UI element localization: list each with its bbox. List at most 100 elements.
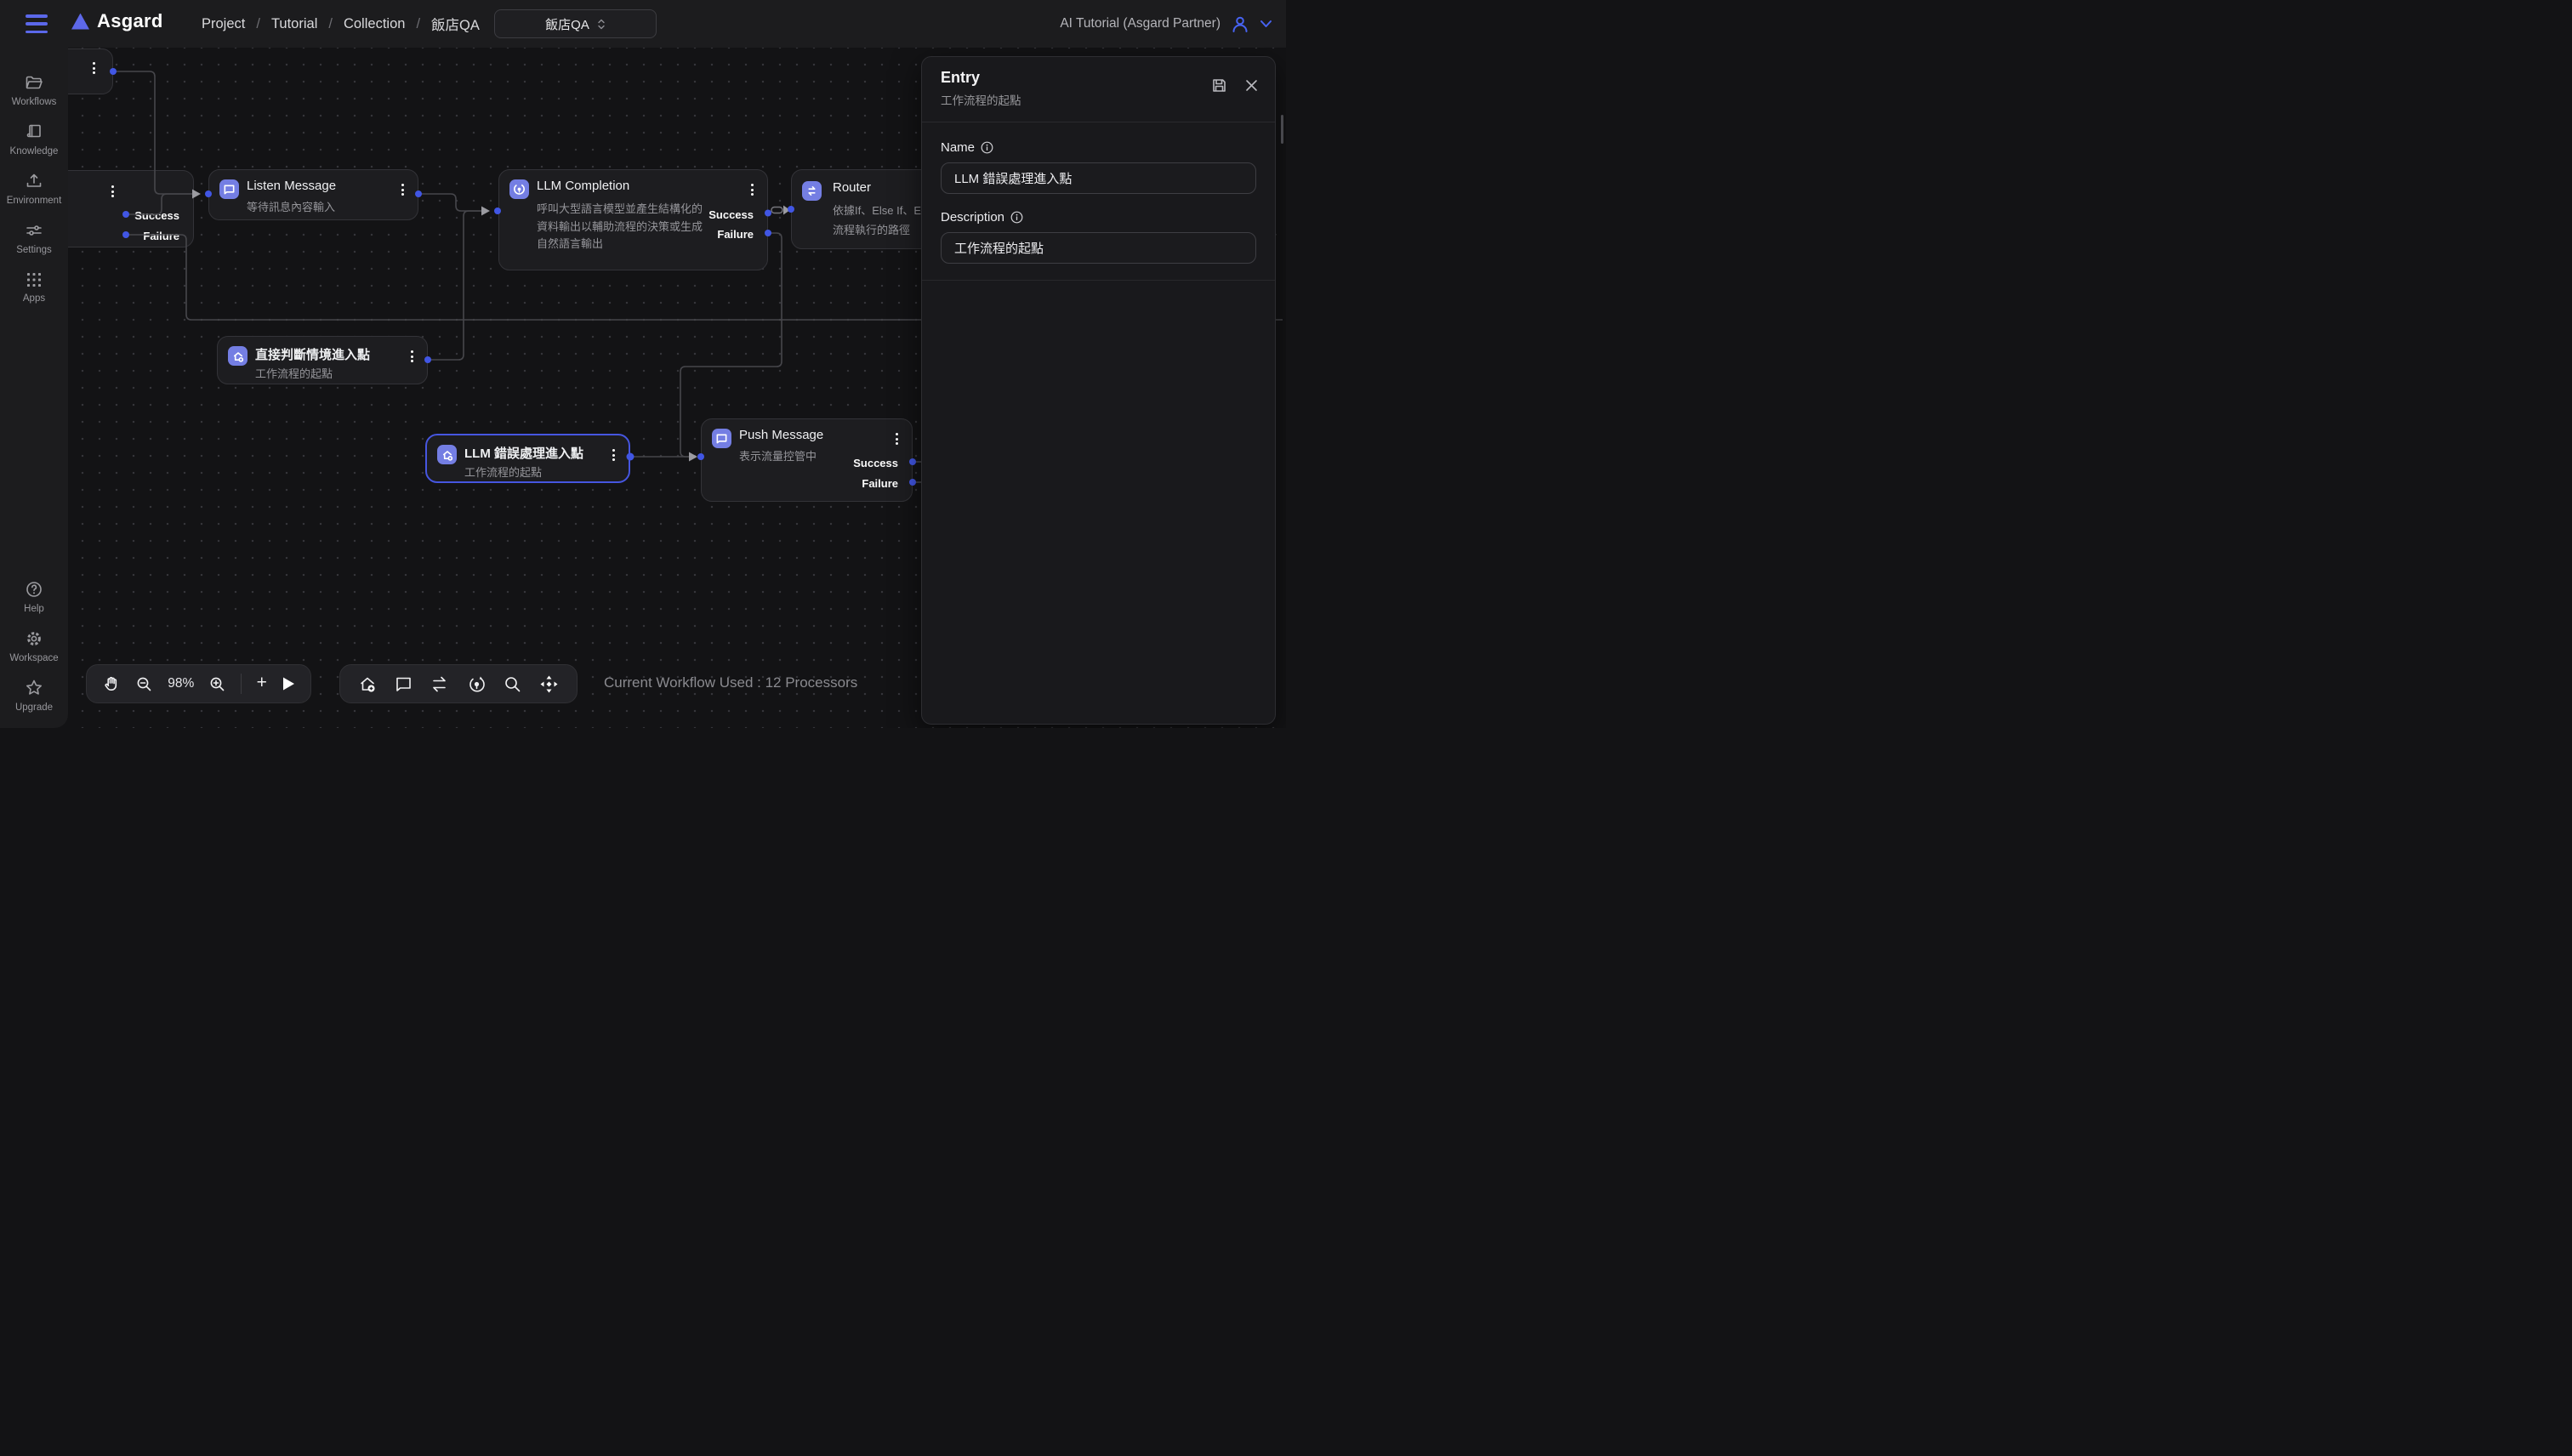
node-push-message[interactable]: Push Message 表示流量控管中 Success Failure: [701, 418, 913, 502]
zoom-out-button[interactable]: [135, 675, 153, 693]
sidebar-item-settings[interactable]: Settings: [0, 213, 68, 262]
node-description-line2: 流程執行的路徑: [833, 221, 910, 237]
name-field-label: Name: [941, 140, 1256, 155]
node-entry-direct[interactable]: 直接判斷情境進入點 工作流程的起點: [217, 336, 428, 384]
node-listen-message[interactable]: Listen Message 等待訊息內容輸入: [208, 169, 418, 220]
node-menu-kebab-icon[interactable]: [749, 182, 755, 197]
breadcrumb-separator: /: [416, 16, 420, 32]
info-icon[interactable]: [981, 141, 993, 154]
node-menu-kebab-icon[interactable]: [110, 184, 116, 199]
name-input[interactable]: LLM 錯誤處理進入點: [941, 162, 1256, 194]
node-title: Push Message: [739, 428, 823, 442]
node-entry-llm-error-selected[interactable]: LLM 錯誤處理進入點 工作流程的起點: [425, 434, 630, 483]
description-field-label: Description: [941, 210, 1256, 225]
sidebar-top-group: Workflows Knowledge Environment: [0, 65, 68, 311]
breadcrumb-separator: /: [256, 16, 260, 32]
canvas-zoom-toolbar: 98% +: [86, 664, 311, 703]
sidebar-item-apps[interactable]: Apps: [0, 262, 68, 311]
output-label-success: Success: [134, 209, 179, 222]
folder-icon: [24, 72, 44, 93]
panel-section-divider: [922, 280, 1275, 281]
sidebar-item-workspace[interactable]: Workspace: [0, 621, 68, 670]
node-description: 呼叫大型語言模型並產生結構化的資料輸出以輔助流程的決策或生成自然語言輸出: [537, 201, 707, 253]
node-left-partial[interactable]: Success Failure: [68, 170, 194, 247]
book-icon: [24, 122, 44, 142]
entry-point-icon: [228, 346, 248, 366]
description-input[interactable]: 工作流程的起點: [941, 232, 1256, 264]
node-menu-kebab-icon[interactable]: [91, 60, 97, 76]
info-icon[interactable]: [1010, 211, 1023, 224]
node-llm-completion[interactable]: LLM Completion 呼叫大型語言模型並產生結構化的資料輸出以輔助流程的…: [498, 169, 768, 270]
logo-triangle-icon: [71, 14, 89, 30]
entry-point-icon: [437, 445, 457, 464]
panel-title: Entry: [941, 69, 1256, 87]
close-icon[interactable]: [1245, 79, 1258, 92]
entry-point-tool-icon[interactable]: [357, 674, 378, 694]
hamburger-menu-icon[interactable]: [26, 14, 48, 33]
node-collapsed-mini[interactable]: [68, 48, 113, 94]
zoom-in-button[interactable]: [208, 675, 226, 693]
node-menu-kebab-icon[interactable]: [400, 182, 406, 197]
sidebar-item-workflows[interactable]: Workflows: [0, 65, 68, 114]
breadcrumb-item-project[interactable]: Project: [202, 16, 245, 32]
node-title: Listen Message: [247, 179, 336, 193]
node-palette-toolbar: [339, 664, 578, 703]
zoom-level: 98%: [168, 676, 194, 691]
sidebar-item-help[interactable]: Help: [0, 572, 68, 621]
panel-subtitle: 工作流程的起點: [941, 91, 1256, 108]
node-title: LLM 錯誤處理進入點: [464, 444, 583, 462]
router-icon: [802, 181, 822, 201]
breadcrumb-item-collection[interactable]: Collection: [344, 16, 405, 32]
user-menu[interactable]: AI Tutorial (Asgard Partner): [1060, 0, 1272, 48]
user-avatar-icon[interactable]: [1230, 14, 1250, 34]
workflow-selector-value: 飯店QA: [545, 15, 589, 33]
workflow-selector-dropdown[interactable]: 飯店QA: [494, 9, 657, 38]
output-label-failure: Failure: [717, 228, 754, 241]
pan-hand-icon[interactable]: [102, 674, 121, 693]
chat-bubble-icon: [712, 429, 731, 448]
node-subtitle: 等待訊息內容輸入: [247, 198, 335, 214]
help-icon: [24, 579, 44, 600]
output-label-success: Success: [708, 208, 754, 221]
node-title: LLM Completion: [537, 179, 629, 193]
sidebar-item-upgrade[interactable]: Upgrade: [0, 670, 68, 719]
fit-view-tool-icon[interactable]: [538, 674, 560, 695]
workflow-editor-app: Success Failure Listen Message 等待訊息內容輸入: [0, 0, 1286, 728]
node-title: 直接判斷情境進入點: [255, 345, 370, 363]
upload-icon: [24, 171, 44, 191]
breadcrumb-item-tutorial[interactable]: Tutorial: [271, 16, 317, 32]
sidebar-item-environment[interactable]: Environment: [0, 163, 68, 213]
panel-scrollbar-thumb[interactable]: [1281, 115, 1283, 144]
sort-chevrons-icon: [597, 18, 606, 31]
logo-text: Asgard: [97, 10, 163, 32]
panel-body: Name LLM 錯誤處理進入點 Description 工作流程的起點: [922, 122, 1275, 281]
app-logo[interactable]: Asgard: [71, 10, 163, 32]
node-menu-kebab-icon[interactable]: [409, 349, 415, 364]
top-bar: Asgard Project / Tutorial / Collection /…: [0, 0, 1286, 48]
chat-bubble-icon: [219, 179, 239, 199]
sidebar-bottom-group: Help Workspace Upgrade: [0, 572, 68, 719]
run-play-button[interactable]: [282, 676, 295, 691]
node-description-line1: 依據If、Else If、E: [833, 202, 921, 218]
toolbar-divider: [241, 674, 242, 694]
router-tool-icon[interactable]: [429, 674, 450, 695]
breadcrumb-separator: /: [328, 16, 333, 32]
node-menu-kebab-icon[interactable]: [894, 431, 900, 446]
chevron-down-icon[interactable]: [1260, 20, 1272, 28]
node-subtitle: 工作流程的起點: [464, 464, 542, 480]
output-label-failure: Failure: [143, 230, 179, 242]
entry-properties-panel: Entry 工作流程的起點 Name: [921, 56, 1276, 725]
message-tool-icon[interactable]: [394, 674, 413, 694]
search-tool-icon[interactable]: [503, 674, 522, 694]
gear-icon: [24, 628, 44, 649]
node-menu-kebab-icon[interactable]: [611, 447, 617, 463]
node-subtitle: 工作流程的起點: [255, 365, 333, 381]
save-icon[interactable]: [1211, 77, 1227, 94]
breadcrumb-item-current[interactable]: 飯店QA: [431, 14, 480, 34]
node-subtitle: 表示流量控管中: [739, 447, 817, 464]
add-button[interactable]: +: [257, 673, 267, 693]
sidebar-item-knowledge[interactable]: Knowledge: [0, 114, 68, 163]
llm-tool-icon[interactable]: [466, 674, 487, 695]
workflow-usage-status: Current Workflow Used : 12 Processors: [604, 674, 857, 691]
apps-grid-icon: [25, 270, 43, 289]
